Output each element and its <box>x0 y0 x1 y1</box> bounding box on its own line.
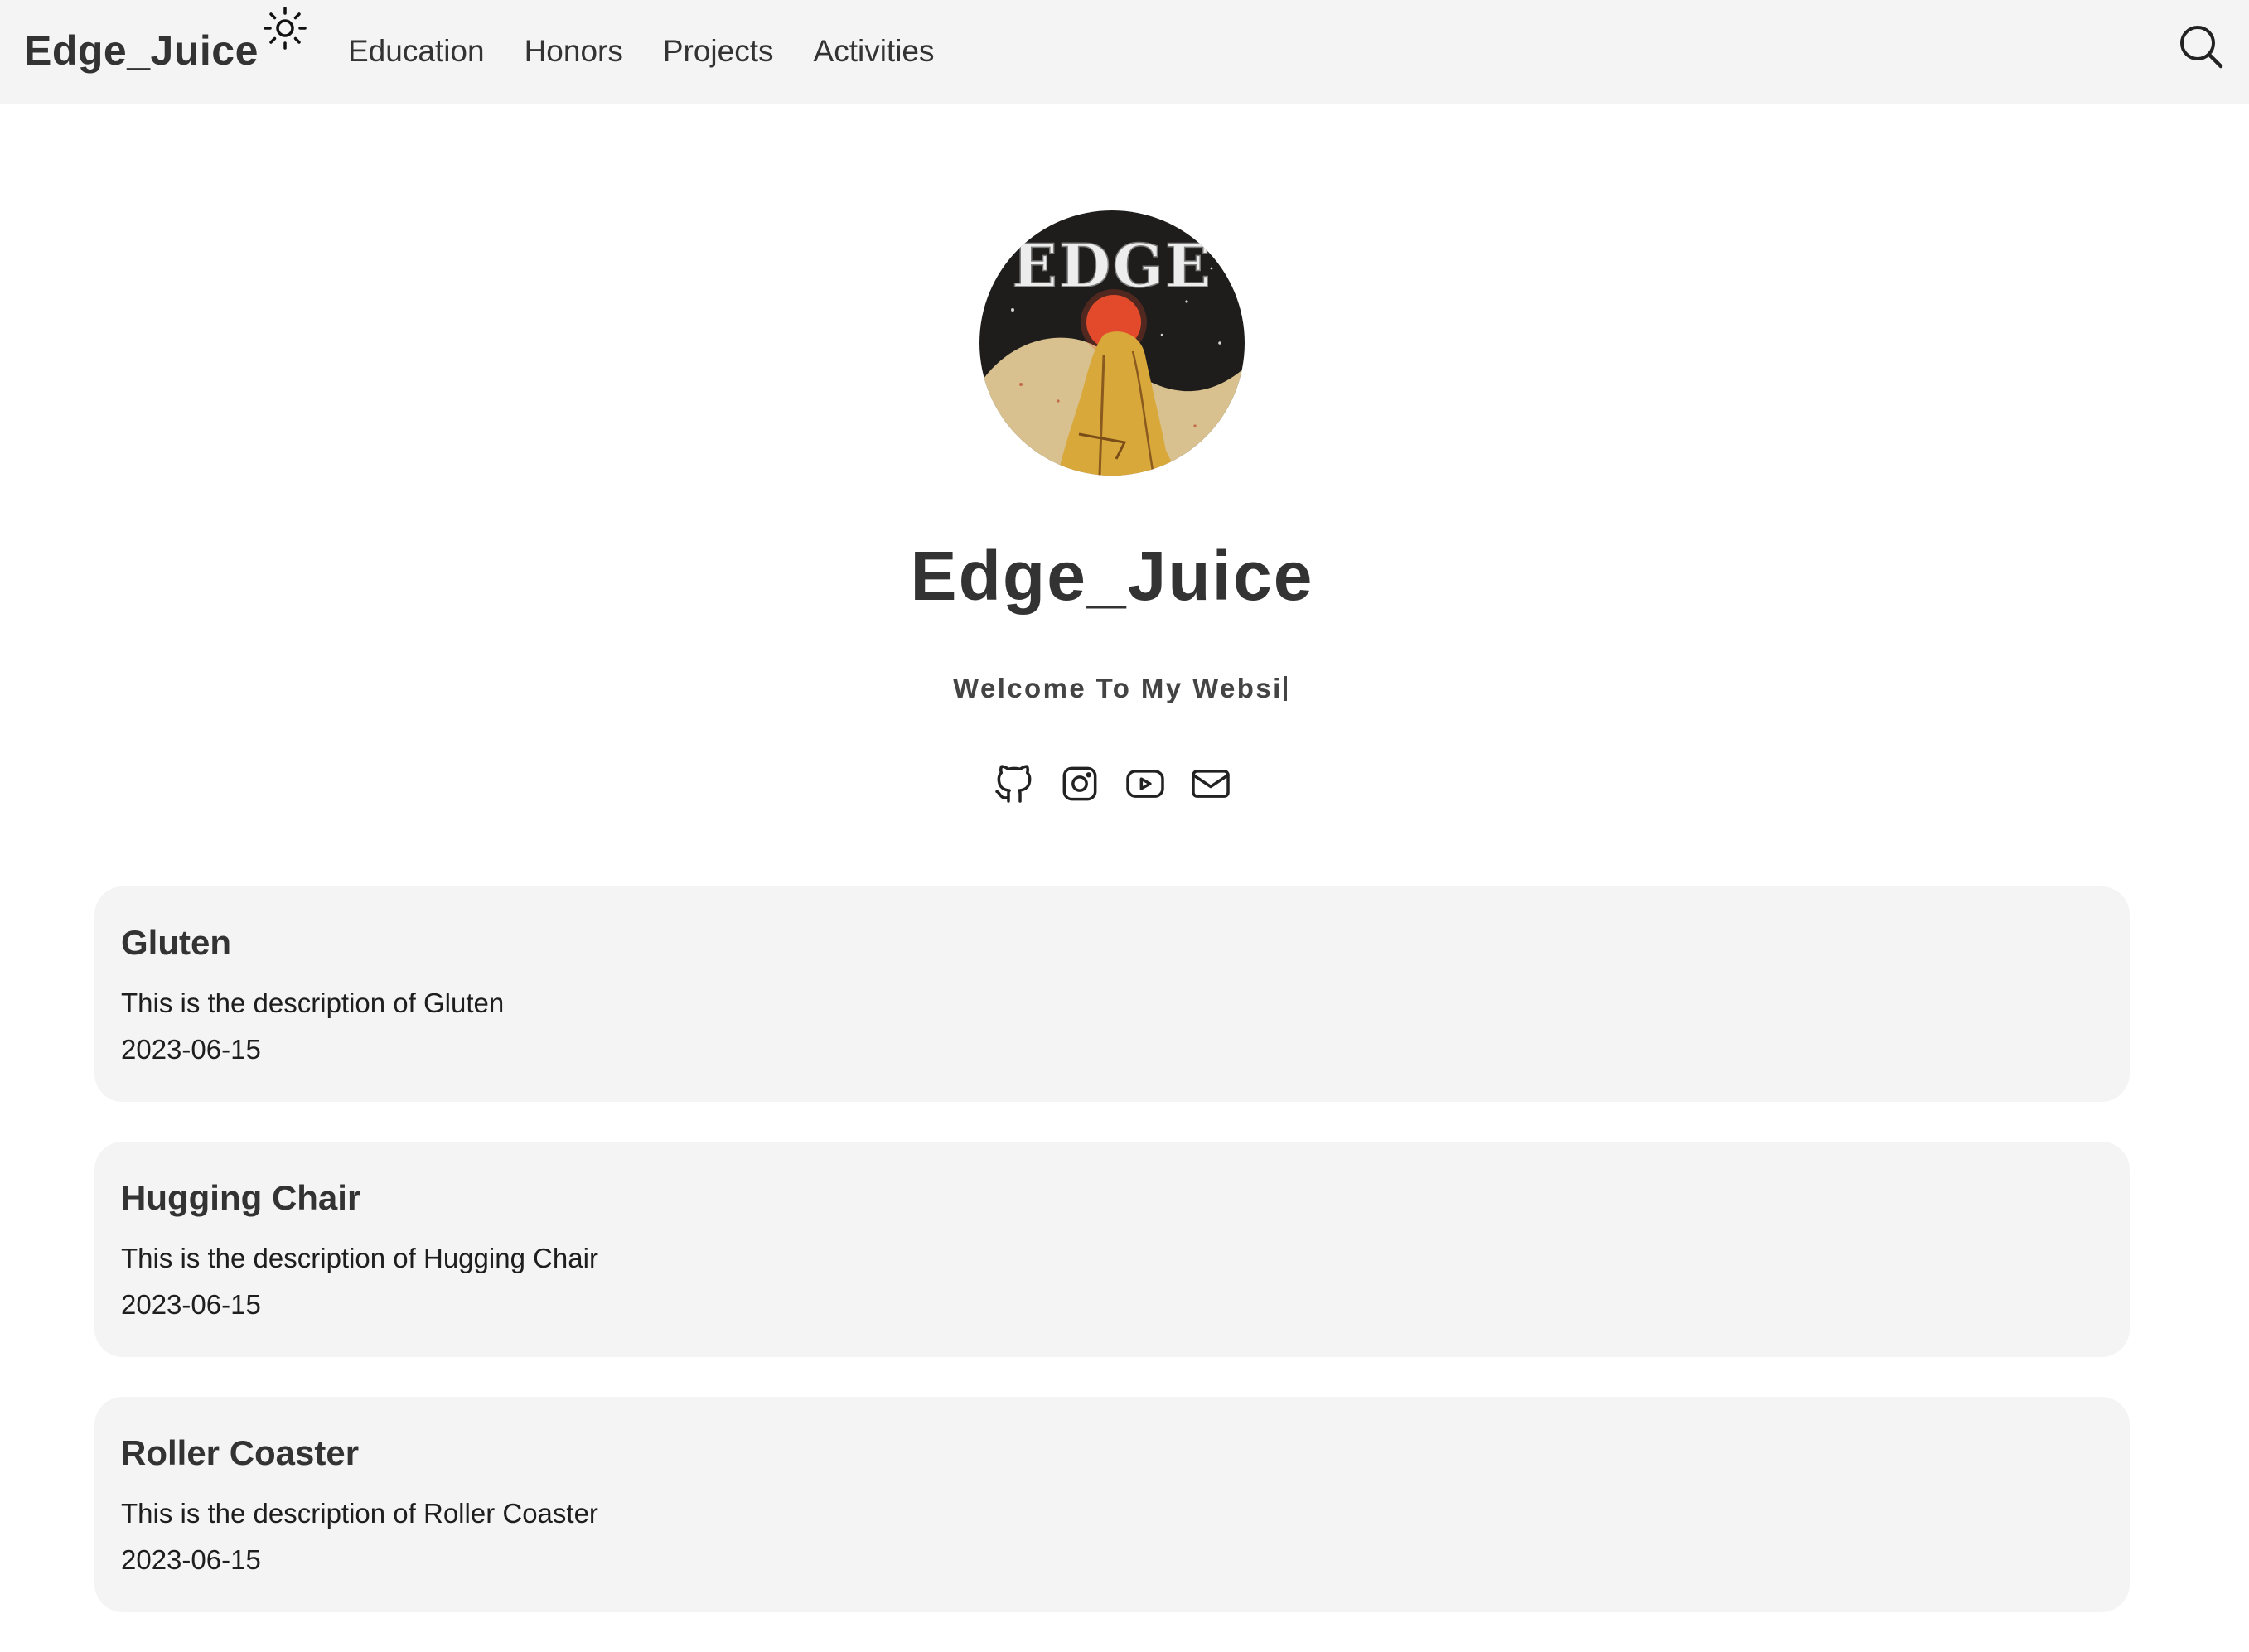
youtube-icon[interactable] <box>1122 761 1168 807</box>
instagram-icon[interactable] <box>1057 761 1103 807</box>
profile-subtitle: Welcome To My Websi <box>953 666 1287 711</box>
nav-item-education[interactable]: Education <box>348 30 485 73</box>
post-date: 2023-06-15 <box>121 1289 261 1320</box>
post-title: Roller Coaster <box>121 1433 360 1472</box>
nav-item-activities[interactable]: Activities <box>814 30 935 73</box>
post-card-hugging-chair[interactable]: Hugging Chair This is the description of… <box>94 1142 2130 1357</box>
top-navbar: Edge_Juice Education Honors Projects Act… <box>0 0 2249 104</box>
profile-avatar: EDGE <box>979 210 1245 476</box>
post-card-gluten[interactable]: Gluten This is the description of Gluten… <box>94 886 2130 1102</box>
subtitle-text: Welcome To My Websi <box>953 673 1283 703</box>
search-icon[interactable] <box>2176 22 2226 71</box>
sun-icon[interactable] <box>262 5 308 51</box>
post-card-roller-coaster[interactable]: Roller Coaster This is the description o… <box>94 1397 2130 1612</box>
nav-item-projects[interactable]: Projects <box>663 30 774 73</box>
post-list: Gluten This is the description of Gluten… <box>94 886 2130 1652</box>
github-icon[interactable] <box>991 761 1037 807</box>
post-date: 2023-06-15 <box>121 1034 261 1065</box>
nav-item-honors[interactable]: Honors <box>525 30 623 73</box>
site-brand-link[interactable]: Edge_Juice <box>24 23 259 78</box>
typing-cursor <box>1284 676 1287 701</box>
post-title: Gluten <box>121 923 231 962</box>
post-description: This is the description of Roller Coaste… <box>121 1498 598 1529</box>
social-links <box>991 761 1253 807</box>
post-title: Hugging Chair <box>121 1178 361 1217</box>
post-date: 2023-06-15 <box>121 1544 261 1575</box>
main-nav: Education Honors Projects Activities <box>348 30 975 73</box>
post-description: This is the description of Gluten <box>121 988 505 1018</box>
email-icon[interactable] <box>1187 761 1234 807</box>
svg-text:EDGE: EDGE <box>1012 230 1212 301</box>
post-description: This is the description of Hugging Chair <box>121 1243 598 1273</box>
profile-name: Edge_Juice <box>910 537 1314 615</box>
